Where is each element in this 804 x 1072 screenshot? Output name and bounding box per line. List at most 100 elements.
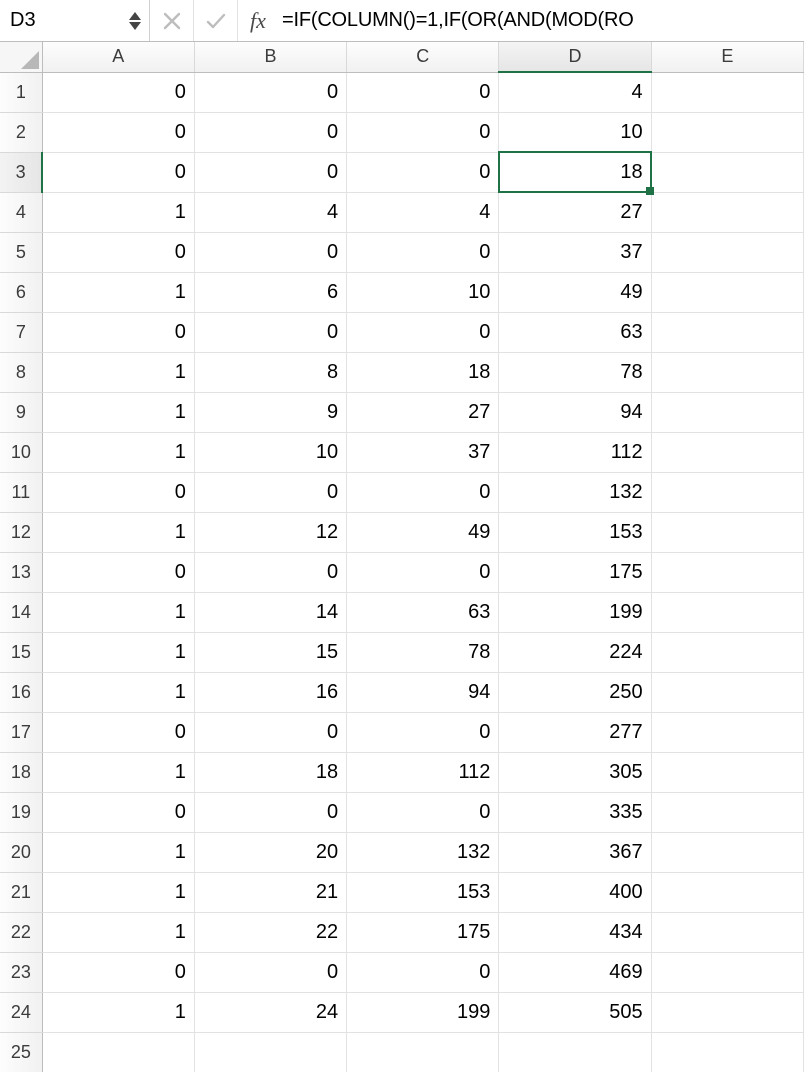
row-header[interactable]: 24 [0, 992, 42, 1032]
cell[interactable] [651, 432, 803, 472]
cell[interactable]: 1 [42, 912, 194, 952]
cell[interactable]: 0 [347, 72, 499, 112]
name-box[interactable]: D3 [0, 0, 150, 41]
name-box-dropdown[interactable] [125, 12, 141, 30]
row-header[interactable]: 22 [0, 912, 42, 952]
cell[interactable] [651, 672, 803, 712]
cell[interactable] [194, 1032, 346, 1072]
cell[interactable] [651, 152, 803, 192]
cell[interactable]: 27 [499, 192, 651, 232]
cell[interactable] [651, 712, 803, 752]
cell[interactable]: 1 [42, 992, 194, 1032]
cell[interactable]: 94 [347, 672, 499, 712]
cell[interactable]: 1 [42, 872, 194, 912]
cell[interactable]: 1 [42, 192, 194, 232]
cell[interactable]: 27 [347, 392, 499, 432]
cell[interactable]: 78 [499, 352, 651, 392]
row-header[interactable]: 7 [0, 312, 42, 352]
cell[interactable]: 0 [42, 472, 194, 512]
cell[interactable]: 24 [194, 992, 346, 1032]
cell[interactable]: 10 [499, 112, 651, 152]
cell[interactable]: 199 [347, 992, 499, 1032]
cell[interactable]: 12 [194, 512, 346, 552]
cell[interactable]: 112 [499, 432, 651, 472]
cell[interactable]: 10 [347, 272, 499, 312]
cell[interactable]: 0 [194, 792, 346, 832]
cell[interactable]: 0 [42, 712, 194, 752]
cell[interactable]: 1 [42, 672, 194, 712]
cell[interactable]: 9 [194, 392, 346, 432]
cell[interactable]: 175 [499, 552, 651, 592]
row-header[interactable]: 17 [0, 712, 42, 752]
row-header[interactable]: 12 [0, 512, 42, 552]
cell[interactable]: 1 [42, 272, 194, 312]
cell[interactable] [651, 752, 803, 792]
cell[interactable]: 49 [347, 512, 499, 552]
cell[interactable]: 0 [42, 552, 194, 592]
cell[interactable]: 22 [194, 912, 346, 952]
cell[interactable]: 21 [194, 872, 346, 912]
cell[interactable] [651, 952, 803, 992]
cell[interactable] [651, 792, 803, 832]
cell[interactable]: 335 [499, 792, 651, 832]
cell[interactable]: 0 [194, 232, 346, 272]
cell[interactable]: 94 [499, 392, 651, 432]
cell[interactable]: 0 [42, 72, 194, 112]
cell[interactable]: 0 [42, 232, 194, 272]
cell[interactable]: 10 [194, 432, 346, 472]
cell[interactable]: 250 [499, 672, 651, 712]
cancel-button[interactable] [150, 0, 194, 41]
cell[interactable]: 0 [347, 232, 499, 272]
cell[interactable]: 0 [347, 312, 499, 352]
cell[interactable]: 49 [499, 272, 651, 312]
cell[interactable]: 78 [347, 632, 499, 672]
cell[interactable]: 132 [499, 472, 651, 512]
cell[interactable]: 1 [42, 392, 194, 432]
cell[interactable]: 16 [194, 672, 346, 712]
row-header[interactable]: 3 [0, 152, 42, 192]
cell[interactable] [651, 472, 803, 512]
row-header[interactable]: 10 [0, 432, 42, 472]
cell[interactable]: 1 [42, 512, 194, 552]
cell[interactable]: 0 [42, 112, 194, 152]
cell[interactable]: 1 [42, 432, 194, 472]
cell[interactable]: 1 [42, 632, 194, 672]
row-header[interactable]: 1 [0, 72, 42, 112]
cell[interactable]: 0 [42, 152, 194, 192]
cell[interactable]: 400 [499, 872, 651, 912]
cell[interactable]: 18 [194, 752, 346, 792]
cell[interactable] [651, 552, 803, 592]
cell[interactable]: 0 [194, 952, 346, 992]
cell[interactable]: 4 [194, 192, 346, 232]
worksheet-grid[interactable]: A B C D E 100042000103000184144275000376… [0, 42, 804, 1072]
row-header[interactable]: 14 [0, 592, 42, 632]
cell[interactable]: 0 [194, 712, 346, 752]
cell[interactable] [651, 592, 803, 632]
formula-input[interactable]: =IF(COLUMN()=1,IF(OR(AND(MOD(RO [278, 0, 804, 41]
row-header[interactable]: 19 [0, 792, 42, 832]
cell[interactable]: 0 [347, 472, 499, 512]
cell[interactable]: 0 [42, 952, 194, 992]
row-header[interactable]: 18 [0, 752, 42, 792]
column-header-D[interactable]: D [499, 42, 651, 72]
cell[interactable] [651, 192, 803, 232]
cell[interactable]: 0 [194, 472, 346, 512]
cell[interactable]: 0 [347, 952, 499, 992]
cell[interactable]: 277 [499, 712, 651, 752]
cell[interactable]: 1 [42, 592, 194, 632]
select-all-corner[interactable] [0, 42, 42, 72]
cell[interactable]: 0 [194, 72, 346, 112]
column-header-B[interactable]: B [194, 42, 346, 72]
row-header[interactable]: 20 [0, 832, 42, 872]
cell[interactable]: 0 [347, 792, 499, 832]
enter-button[interactable] [194, 0, 238, 41]
cell[interactable]: 4 [347, 192, 499, 232]
row-header[interactable]: 9 [0, 392, 42, 432]
cell[interactable] [651, 912, 803, 952]
cell[interactable]: 199 [499, 592, 651, 632]
cell[interactable]: 37 [499, 232, 651, 272]
cell[interactable]: 132 [347, 832, 499, 872]
cell[interactable] [347, 1032, 499, 1072]
cell[interactable]: 0 [347, 712, 499, 752]
cell[interactable]: 175 [347, 912, 499, 952]
